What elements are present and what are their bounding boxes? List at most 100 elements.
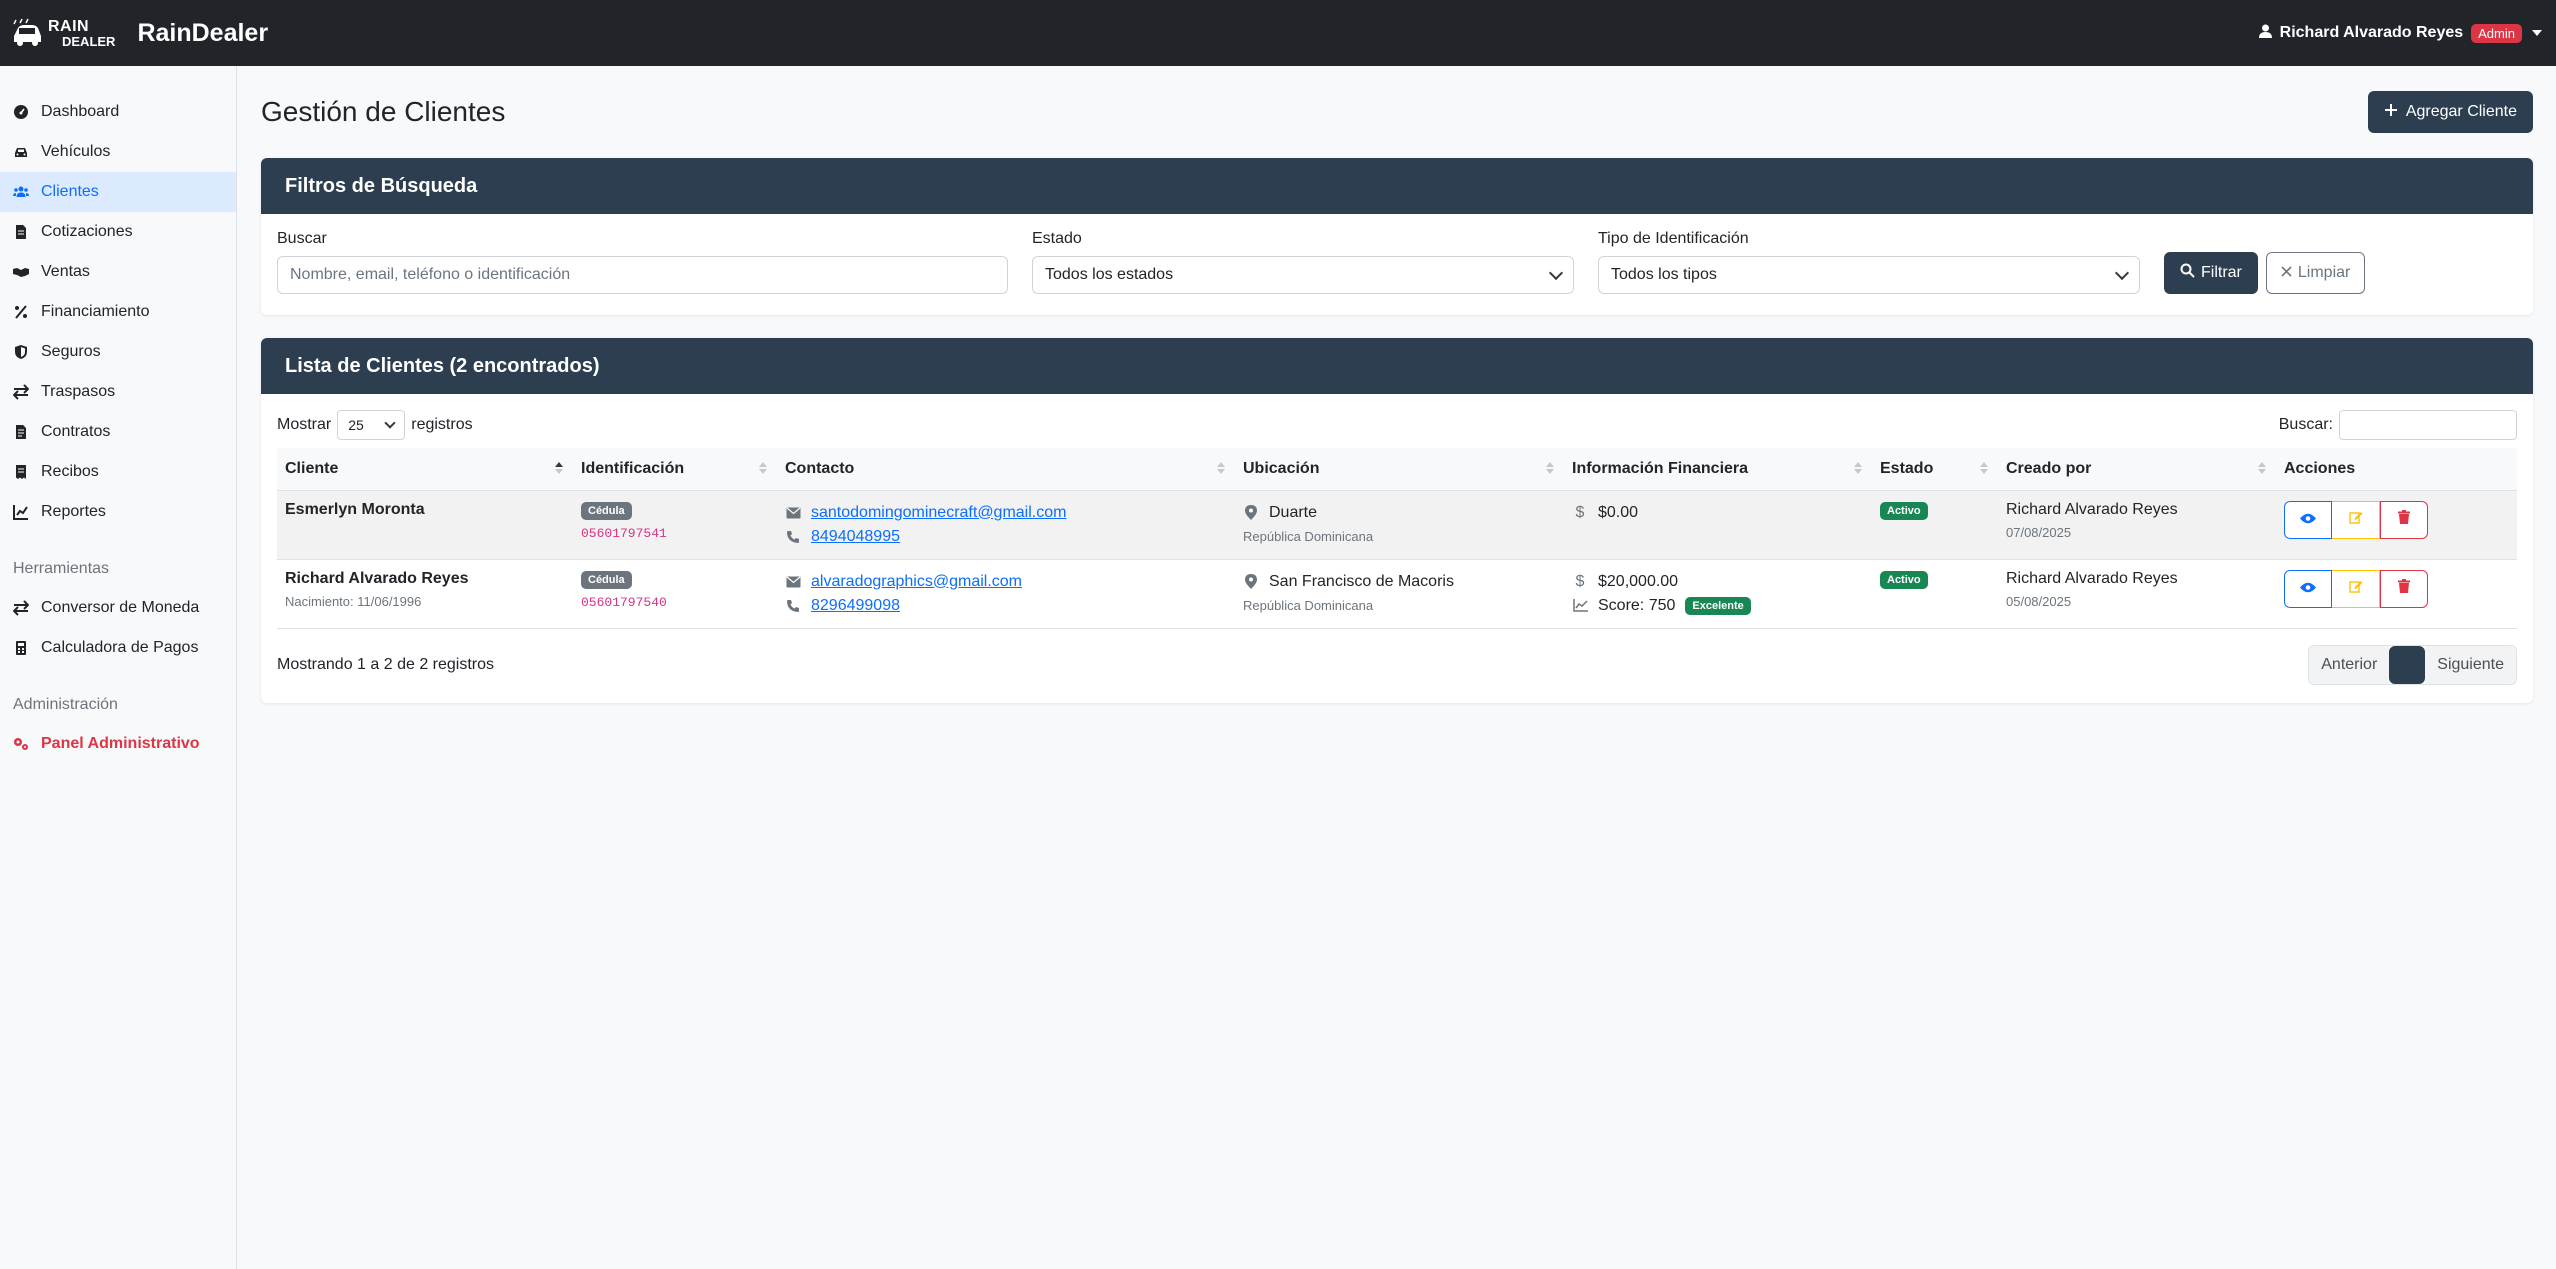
sidebar-item-seguros[interactable]: Seguros: [0, 332, 236, 372]
shield-icon: [13, 344, 29, 360]
add-client-label: Agregar Cliente: [2405, 103, 2517, 120]
created-by: Richard Alvarado Reyes: [2006, 500, 2178, 518]
sidebar-item-reportes[interactable]: Reportes: [0, 492, 236, 532]
clients-table: Cliente Identificación Contacto Ubicació…: [277, 448, 2517, 629]
sidebar-item-currency-converter[interactable]: Conversor de Moneda: [0, 588, 236, 628]
trash-icon: [2398, 510, 2410, 529]
next-page-button[interactable]: Siguiente: [2425, 645, 2516, 684]
chevron-down-icon: [1548, 265, 1564, 280]
client-phone-link[interactable]: 8494048995: [811, 528, 900, 546]
client-email-link[interactable]: santodomingominecraft@gmail.com: [811, 504, 1066, 522]
col-header-identificacion[interactable]: Identificación: [573, 448, 777, 491]
view-button[interactable]: [2284, 500, 2332, 539]
delete-button[interactable]: [2380, 569, 2428, 608]
trash-icon: [2398, 579, 2410, 598]
sidebar-item-dashboard[interactable]: Dashboard: [0, 92, 236, 132]
view-button[interactable]: [2284, 569, 2332, 608]
records-label: registros: [411, 416, 473, 433]
idtype-label: Tipo de Identificación: [1598, 230, 1749, 247]
status-select[interactable]: Todos los estados: [1032, 256, 1574, 294]
sidebar-item-label: Traspasos: [41, 383, 116, 400]
brand-name[interactable]: RainDealer: [137, 19, 268, 48]
user-name: Richard Alvarado Reyes: [2279, 24, 2464, 41]
search-label: Buscar: [277, 230, 327, 247]
col-header-ubicacion[interactable]: Ubicación: [1235, 448, 1564, 491]
client-birthdate: Nacimiento: 11/06/1996: [285, 593, 422, 609]
filter-button-label: Filtrar: [2201, 264, 2242, 281]
current-page-button[interactable]: [2389, 645, 2426, 684]
sidebar-item-label: Financiamiento: [41, 303, 150, 320]
table-row: Esmerlyn Moronta Cédula 05601797541 sant…: [277, 490, 2517, 560]
id-number: 05601797541: [581, 525, 667, 541]
page-size-select[interactable]: 25: [337, 410, 406, 440]
client-province: San Francisco de Macoris: [1269, 572, 1454, 590]
client-score: Score: 750: [1598, 596, 1676, 614]
client-amount: $20,000.00: [1598, 572, 1679, 590]
gauge-icon: [13, 104, 29, 120]
sidebar-item-financiamiento[interactable]: Financiamiento: [0, 292, 236, 332]
col-header-financiera[interactable]: Información Financiera: [1564, 448, 1872, 491]
table-search-input[interactable]: [2339, 410, 2517, 440]
user-menu[interactable]: Richard Alvarado Reyes Admin: [2258, 23, 2546, 43]
sidebar-heading-tools: Herramientas: [13, 560, 110, 577]
table-info: Mostrando 1 a 2 de 2 registros: [277, 655, 495, 673]
client-name: Richard Alvarado Reyes: [285, 569, 469, 587]
user-icon: [2258, 24, 2272, 43]
prev-page-button[interactable]: Anterior: [2309, 645, 2390, 684]
sidebar-item-payment-calculator[interactable]: Calculadora de Pagos: [0, 628, 236, 668]
id-type-badge: Cédula: [581, 570, 632, 589]
chevron-down-icon: [2532, 30, 2542, 36]
sidebar-item-label: Cotizaciones: [41, 223, 133, 240]
table-row: Richard Alvarado Reyes Nacimiento: 11/06…: [277, 559, 2517, 629]
search-input[interactable]: Nombre, email, teléfono o identificación: [277, 256, 1008, 294]
col-header-contacto[interactable]: Contacto: [777, 448, 1235, 491]
chart-line-icon: [1572, 599, 1588, 612]
col-header-creado-por[interactable]: Creado por: [1998, 448, 2276, 491]
percent-icon: [13, 304, 29, 320]
client-phone-link[interactable]: 8296499098: [811, 597, 900, 615]
sidebar-item-label: Contratos: [41, 423, 111, 440]
col-header-cliente[interactable]: Cliente: [277, 448, 573, 491]
sidebar-item-admin-panel[interactable]: Panel Administrativo: [0, 724, 236, 764]
car-logo-icon: [10, 16, 44, 50]
sidebar-item-clientes[interactable]: Clientes: [0, 172, 236, 212]
filter-button[interactable]: Filtrar: [2164, 252, 2258, 294]
brand-logo[interactable]: RAIN DEALER: [10, 16, 115, 50]
dollar-icon: $: [1575, 572, 1585, 590]
sidebar-item-cotizaciones[interactable]: Cotizaciones: [0, 212, 236, 252]
sidebar-item-label: Clientes: [41, 183, 99, 200]
sidebar-item-vehiculos[interactable]: Vehículos: [0, 132, 236, 172]
edit-button[interactable]: [2332, 569, 2380, 608]
idtype-select[interactable]: Todos los tipos: [1598, 256, 2140, 294]
client-email-link[interactable]: alvaradographics@gmail.com: [811, 573, 1022, 591]
sidebar: Dashboard Vehículos Clientes Cotizacione…: [0, 66, 237, 1269]
sidebar-item-contratos[interactable]: Contratos: [0, 412, 236, 452]
car-icon: [13, 144, 29, 160]
client-amount: $0.00: [1598, 503, 1639, 521]
sidebar-item-traspasos[interactable]: Traspasos: [0, 372, 236, 412]
clients-card: Lista de Clientes (2 encontrados) Mostra…: [261, 338, 2533, 703]
receipt-icon: [13, 464, 29, 480]
id-number: 05601797540: [581, 594, 667, 610]
sidebar-item-ventas[interactable]: Ventas: [0, 252, 236, 292]
idtype-select-value: Todos los tipos: [1611, 266, 1717, 283]
map-marker-icon: [1243, 574, 1259, 589]
sidebar-item-label: Panel Administrativo: [41, 735, 200, 752]
col-header-estado[interactable]: Estado: [1872, 448, 1998, 491]
delete-button[interactable]: [2380, 500, 2428, 539]
sidebar-item-label: Ventas: [41, 263, 90, 280]
edit-button[interactable]: [2332, 500, 2380, 539]
page-size-value: 25: [348, 417, 364, 433]
sidebar-item-label: Vehículos: [41, 143, 111, 160]
table-search-label: Buscar:: [2278, 416, 2333, 433]
edit-icon: [2348, 510, 2363, 529]
score-badge: Excelente: [1685, 596, 1751, 615]
add-client-button[interactable]: Agregar Cliente: [2367, 91, 2533, 133]
sidebar-item-recibos[interactable]: Recibos: [0, 452, 236, 492]
exchange-icon: [13, 384, 29, 400]
clear-button[interactable]: Limpiar: [2265, 252, 2366, 294]
col-header-acciones: Acciones: [2276, 448, 2517, 491]
search-icon: [2180, 263, 2195, 283]
contract-icon: [13, 424, 29, 440]
dollar-icon: $: [1575, 503, 1585, 521]
